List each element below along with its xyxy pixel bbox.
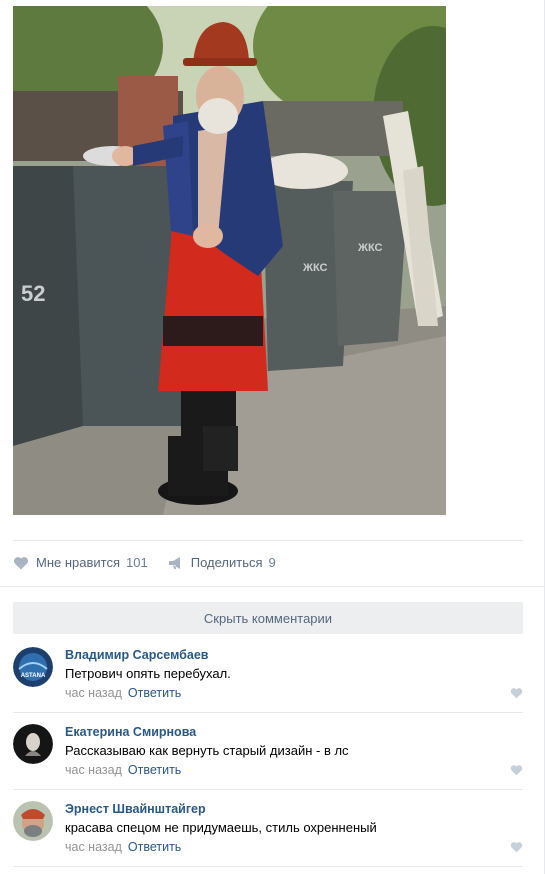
avatar[interactable] xyxy=(13,724,53,764)
comment-time[interactable]: час назад xyxy=(65,763,122,777)
comment-meta: час назад Ответить xyxy=(65,763,181,777)
comment-author[interactable]: Эрнест Швайнштайгер xyxy=(65,802,206,816)
share-count: 9 xyxy=(268,555,276,570)
like-label: Мне нравится xyxy=(36,555,121,570)
like-count: 101 xyxy=(126,555,148,570)
megaphone-icon xyxy=(168,556,184,570)
comments-list: ASTANA Владимир Сарсембаев Петрович опят… xyxy=(13,636,523,867)
avatar-logo-text: ASTANA xyxy=(21,673,46,679)
post-card: 52 ЖКС ЖКС Мне нравится 101 Поделиться 9… xyxy=(0,0,545,874)
comment-time[interactable]: час назад xyxy=(65,840,122,854)
post-actions: Мне нравится 101 Поделиться 9 xyxy=(13,540,523,584)
reply-link[interactable]: Ответить xyxy=(128,686,181,700)
share-label: Поделиться xyxy=(190,555,263,570)
comment-item: Эрнест Швайнштайгер красава спецом не пр… xyxy=(13,790,523,867)
comment-meta: час назад Ответить xyxy=(65,840,181,854)
comment-author[interactable]: Екатерина Смирнова xyxy=(65,725,196,739)
comment-text: Петрович опять перебухал. xyxy=(65,666,231,681)
svg-text:ЖКС: ЖКС xyxy=(357,242,383,254)
comment-time[interactable]: час назад xyxy=(65,686,122,700)
comment-item: Екатерина Смирнова Рассказываю как верну… xyxy=(13,713,523,790)
comment-like-icon[interactable] xyxy=(510,763,523,776)
avatar[interactable] xyxy=(13,801,53,841)
comment-item: ASTANA Владимир Сарсембаев Петрович опят… xyxy=(13,636,523,713)
comment-like-icon[interactable] xyxy=(510,686,523,699)
comment-meta: час назад Ответить xyxy=(65,686,181,700)
heart-icon xyxy=(13,556,29,570)
comment-author[interactable]: Владимир Сарсембаев xyxy=(65,648,208,662)
comment-text: Рассказываю как вернуть старый дизайн - … xyxy=(65,743,349,758)
comment-text: красава спецом не придумаешь, стиль охре… xyxy=(65,820,377,835)
hide-comments-button[interactable]: Скрыть комментарии xyxy=(13,602,523,634)
avatar[interactable]: ASTANA xyxy=(13,647,53,687)
svg-text:ЖКС: ЖКС xyxy=(302,262,328,274)
reply-link[interactable]: Ответить xyxy=(128,763,181,777)
share-button[interactable]: Поделиться 9 xyxy=(168,555,276,570)
post-photo[interactable]: 52 ЖКС ЖКС xyxy=(13,6,446,515)
svg-text:52: 52 xyxy=(21,281,45,306)
like-button[interactable]: Мне нравится 101 xyxy=(13,555,148,570)
comment-like-icon[interactable] xyxy=(510,840,523,853)
photo-image: 52 ЖКС ЖКС xyxy=(13,6,446,515)
reply-link[interactable]: Ответить xyxy=(128,840,181,854)
divider xyxy=(0,586,545,587)
